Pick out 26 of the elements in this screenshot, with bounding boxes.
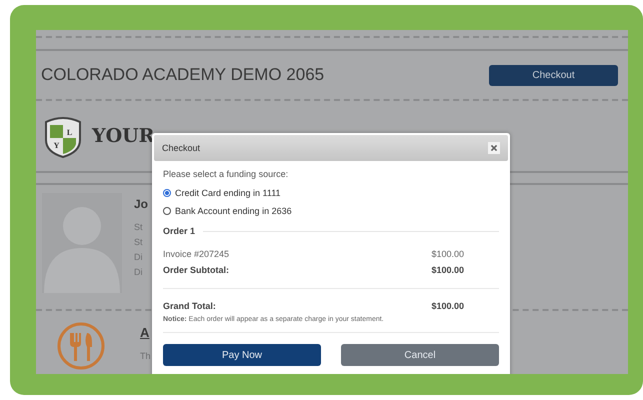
line-amount: $100.00 bbox=[431, 249, 464, 259]
student-name: Jo bbox=[134, 197, 148, 211]
activity-text: Th bbox=[140, 350, 151, 363]
grand-total-amount: $100.00 bbox=[431, 301, 464, 311]
page-title: COLORADO ACADEMY DEMO 2065 bbox=[41, 65, 324, 85]
fork-knife-icon bbox=[56, 321, 106, 371]
cancel-button[interactable]: Cancel bbox=[341, 344, 499, 366]
student-detail: St bbox=[134, 236, 144, 249]
close-icon[interactable] bbox=[488, 142, 500, 154]
activity-title[interactable]: A bbox=[140, 325, 151, 340]
line-label: Invoice #207245 bbox=[163, 249, 230, 259]
brand-name: YOUR bbox=[92, 125, 154, 147]
line-amount: $100.00 bbox=[431, 265, 464, 275]
student-detail: Di bbox=[134, 251, 144, 264]
checkout-button[interactable]: Checkout bbox=[489, 64, 618, 86]
order-heading: Order 1 bbox=[163, 226, 196, 236]
shield-logo-icon: L Y bbox=[42, 114, 84, 158]
grand-total-label: Grand Total: bbox=[163, 301, 216, 311]
student-detail: St bbox=[134, 221, 144, 234]
funding-option[interactable]: Credit Card ending in 1111 bbox=[163, 184, 499, 202]
funding-prompt: Please select a funding source: bbox=[163, 169, 290, 179]
pay-now-button[interactable]: Pay Now bbox=[163, 344, 321, 366]
student-detail: Di bbox=[134, 266, 144, 279]
line-label: Order Subtotal: bbox=[163, 265, 230, 275]
dialog-title: Checkout bbox=[162, 143, 200, 153]
funding-option[interactable]: Bank Account ending in 2636 bbox=[163, 202, 499, 220]
